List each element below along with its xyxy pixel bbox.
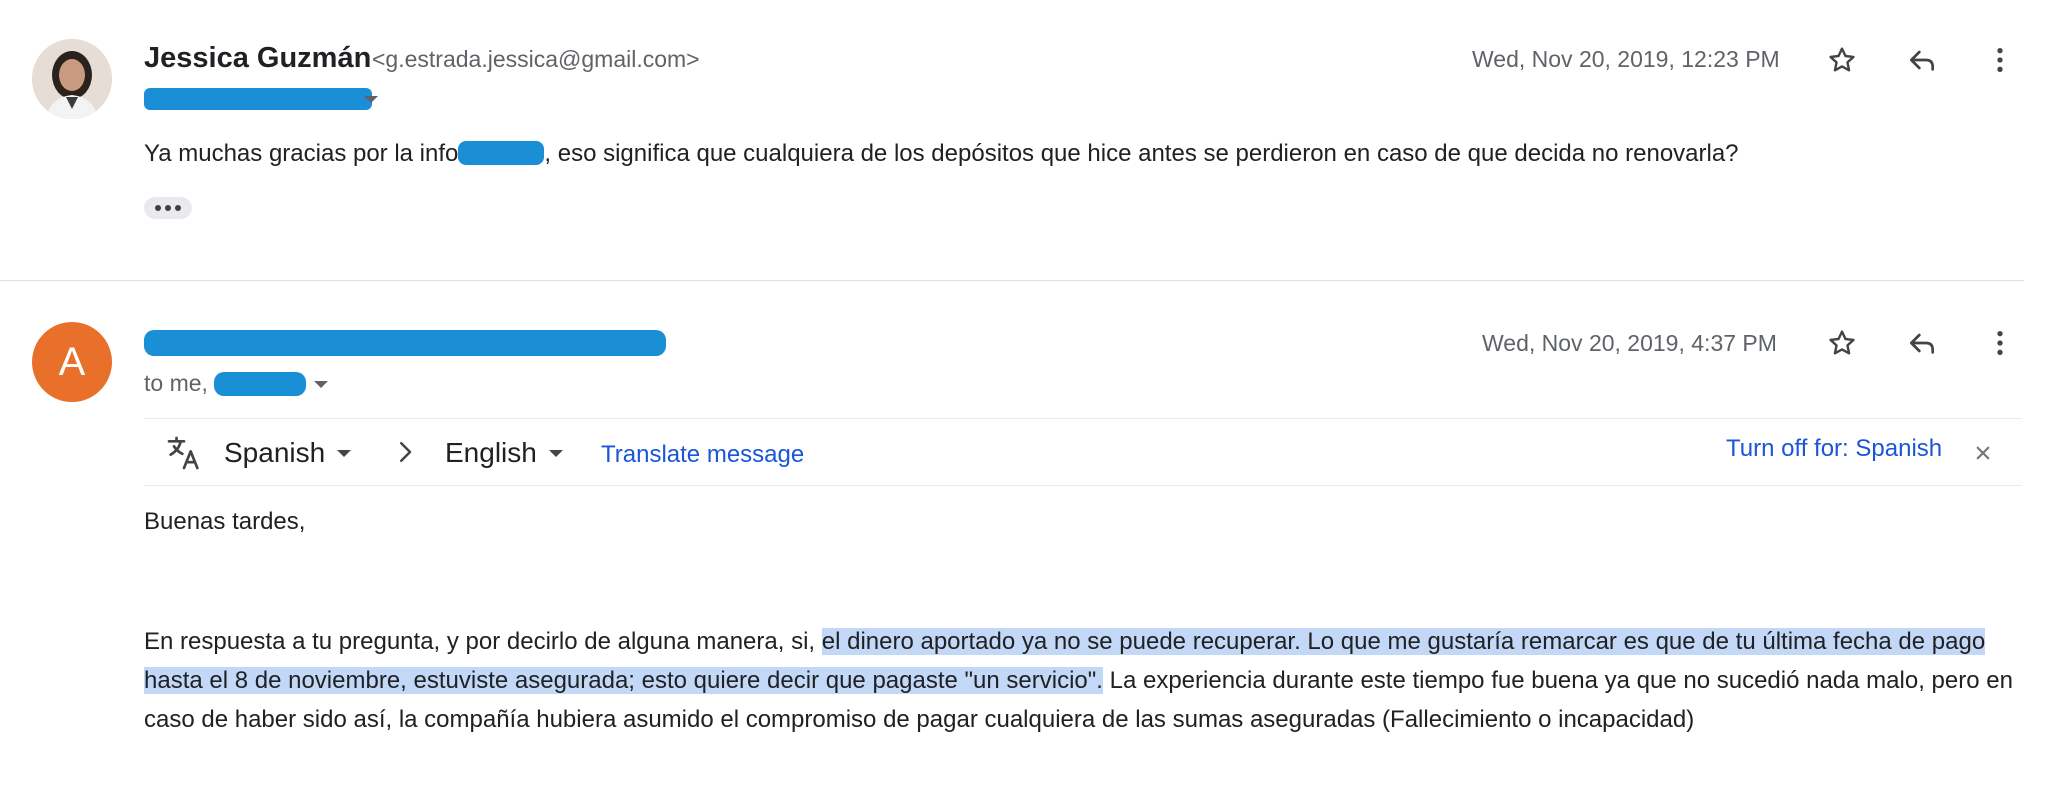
chevron-right-icon: [390, 437, 420, 472]
message-greeting: Buenas tardes,: [144, 508, 306, 535]
translate-icon: [164, 433, 204, 478]
message-paragraph: En respuesta a tu pregunta, y por decirl…: [144, 622, 2024, 739]
show-trimmed-content-button[interactable]: [144, 197, 192, 219]
close-icon[interactable]: [1974, 444, 1992, 467]
sender-name: Jessica Guzmán: [144, 42, 372, 74]
source-language-label: Spanish: [224, 437, 326, 468]
reply-icon[interactable]: [1900, 38, 1944, 82]
star-icon[interactable]: [1820, 321, 1864, 365]
translate-message-link[interactable]: Translate message: [601, 441, 804, 469]
recipient-line: to me,: [144, 370, 329, 397]
sender-avatar[interactable]: A: [32, 322, 112, 402]
redacted-sender: [144, 330, 666, 356]
star-icon[interactable]: [1820, 38, 1864, 82]
redacted-recipient: [144, 88, 372, 110]
body-text-after: , eso significa que cualquiera de los de…: [544, 140, 1739, 167]
redacted-recipient: [214, 372, 307, 396]
more-vert-icon[interactable]: [1978, 321, 2022, 365]
target-language-label: English: [445, 437, 537, 468]
target-language-select[interactable]: English: [445, 437, 563, 469]
turn-off-translation-link[interactable]: Turn off for: Spanish: [1726, 435, 1942, 463]
caret-down-icon: [337, 450, 352, 457]
caret-down-icon[interactable]: [364, 96, 378, 103]
source-language-select[interactable]: Spanish: [224, 437, 352, 469]
paragraph-text-before: En respuesta a tu pregunta, y por decirl…: [144, 628, 822, 655]
message-date: Wed, Nov 20, 2019, 12:23 PM: [1472, 46, 1780, 72]
message-date: Wed, Nov 20, 2019, 4:37 PM: [1482, 330, 1777, 356]
sender-avatar[interactable]: [32, 39, 112, 119]
message-divider: [0, 280, 2024, 281]
body-text-before: Ya muchas gracias por la info: [144, 140, 459, 167]
caret-down-icon[interactable]: [314, 381, 329, 388]
sender-email: <g.estrada.jessica@gmail.com>: [372, 46, 700, 72]
translate-bar: Spanish English Translate message Turn o…: [144, 418, 2022, 486]
redacted-name: [458, 141, 545, 165]
reply-icon[interactable]: [1900, 321, 1944, 365]
message-body: Ya muchas gracias por la info , eso signi…: [144, 140, 1739, 168]
caret-down-icon: [548, 450, 563, 457]
email-thread: Jessica Guzmán <g.estrada.jessica@gmail.…: [0, 0, 2064, 804]
more-vert-icon[interactable]: [1978, 38, 2022, 82]
to-prefix: to me,: [144, 370, 208, 396]
